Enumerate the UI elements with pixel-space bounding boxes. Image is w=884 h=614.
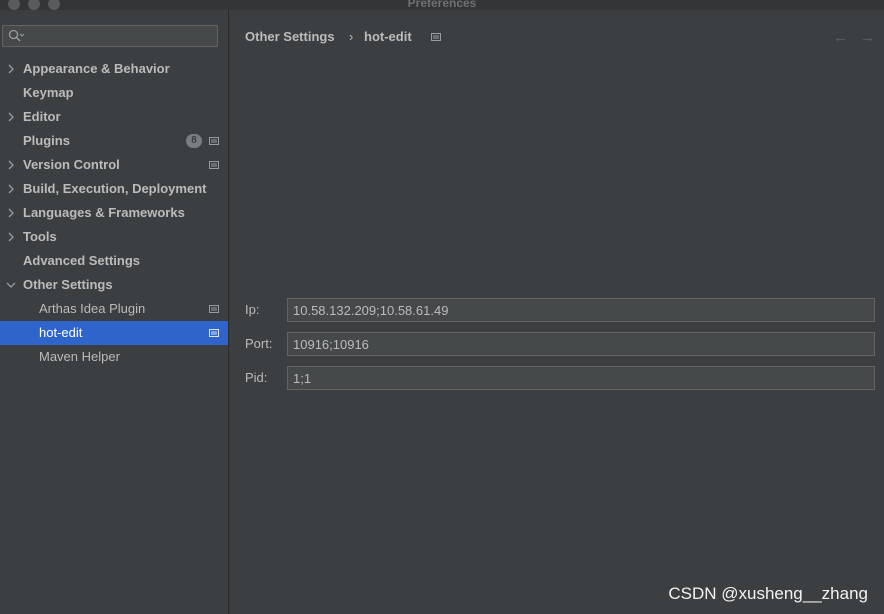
tree-item-label: Tools bbox=[23, 229, 57, 244]
watermark: CSDN @xusheng__zhang bbox=[668, 584, 868, 603]
port-label: Port: bbox=[245, 336, 273, 351]
window-title: Preferences bbox=[407, 0, 477, 10]
port-row: Port: bbox=[245, 332, 875, 356]
tree-item-label: Editor bbox=[23, 109, 61, 124]
tree-item-label: hot-edit bbox=[39, 325, 83, 340]
settings-tree: Appearance & Behavior Keymap Editor Plug… bbox=[0, 57, 228, 369]
pid-row: Pid: bbox=[245, 366, 875, 390]
title-bar: Preferences bbox=[0, 0, 884, 10]
chevron-right-icon[interactable] bbox=[7, 112, 15, 122]
chevron-right-icon[interactable] bbox=[7, 232, 15, 242]
tree-item-keymap[interactable]: Keymap bbox=[0, 81, 228, 105]
tree-item-advanced-settings[interactable]: Advanced Settings bbox=[0, 249, 228, 273]
tree-item-editor[interactable]: Editor bbox=[0, 105, 228, 129]
tree-item-maven-helper[interactable]: Maven Helper bbox=[0, 345, 228, 369]
back-arrow-icon[interactable]: ← bbox=[833, 29, 848, 46]
updates-count-badge: 8 bbox=[186, 134, 202, 148]
tree-item-tools[interactable]: Tools bbox=[0, 225, 228, 249]
breadcrumb-parent[interactable]: Other Settings bbox=[245, 29, 335, 44]
search-input[interactable] bbox=[2, 25, 218, 47]
project-level-icon bbox=[209, 137, 219, 145]
tree-item-languages-frameworks[interactable]: Languages & Frameworks bbox=[0, 201, 228, 225]
breadcrumb-current: hot-edit bbox=[364, 29, 412, 44]
chevron-right-icon[interactable] bbox=[7, 160, 15, 170]
tree-item-arthas-idea-plugin[interactable]: Arthas Idea Plugin bbox=[0, 297, 228, 321]
tree-item-version-control[interactable]: Version Control bbox=[0, 153, 228, 177]
tree-item-appearance-behavior[interactable]: Appearance & Behavior bbox=[0, 57, 228, 81]
chevron-down-icon[interactable] bbox=[6, 281, 16, 289]
tree-item-other-settings[interactable]: Other Settings bbox=[0, 273, 228, 297]
project-level-icon bbox=[209, 161, 219, 169]
tree-item-label: Build, Execution, Deployment bbox=[23, 181, 207, 196]
pid-label: Pid: bbox=[245, 370, 268, 385]
tree-item-label: Arthas Idea Plugin bbox=[39, 301, 146, 316]
ip-row: Ip: bbox=[245, 298, 875, 322]
settings-sidebar: Appearance & Behavior Keymap Editor Plug… bbox=[0, 10, 229, 614]
forward-arrow-icon[interactable]: → bbox=[860, 29, 875, 46]
breadcrumb-separator: › bbox=[349, 29, 354, 44]
tree-item-label: Plugins bbox=[23, 133, 70, 148]
tree-item-hot-edit[interactable]: hot-edit bbox=[0, 321, 228, 345]
tree-item-label: Languages & Frameworks bbox=[23, 205, 185, 220]
ip-input[interactable] bbox=[287, 298, 875, 322]
tree-item-label: Other Settings bbox=[23, 277, 113, 292]
tree-item-label: Version Control bbox=[23, 157, 120, 172]
chevron-right-icon[interactable] bbox=[7, 208, 15, 218]
port-input[interactable] bbox=[287, 332, 875, 356]
tree-item-label: Appearance & Behavior bbox=[23, 61, 170, 76]
pid-input[interactable] bbox=[287, 366, 875, 390]
ip-label: Ip: bbox=[245, 302, 260, 317]
tree-item-label: Advanced Settings bbox=[23, 253, 141, 268]
project-level-icon bbox=[431, 33, 441, 41]
project-level-icon bbox=[209, 305, 219, 313]
chevron-right-icon[interactable] bbox=[7, 64, 15, 74]
search-icon bbox=[8, 29, 24, 42]
tree-item-label: Keymap bbox=[23, 85, 74, 100]
project-level-icon bbox=[209, 329, 219, 337]
tree-item-label: Maven Helper bbox=[39, 349, 120, 364]
chevron-right-icon[interactable] bbox=[7, 184, 15, 194]
settings-content-panel: Other Settings › hot-edit ← → Ip: Port: … bbox=[229, 10, 884, 614]
tree-item-plugins[interactable]: Plugins 8 bbox=[0, 129, 228, 153]
tree-item-build-execution-deployment[interactable]: Build, Execution, Deployment bbox=[0, 177, 228, 201]
